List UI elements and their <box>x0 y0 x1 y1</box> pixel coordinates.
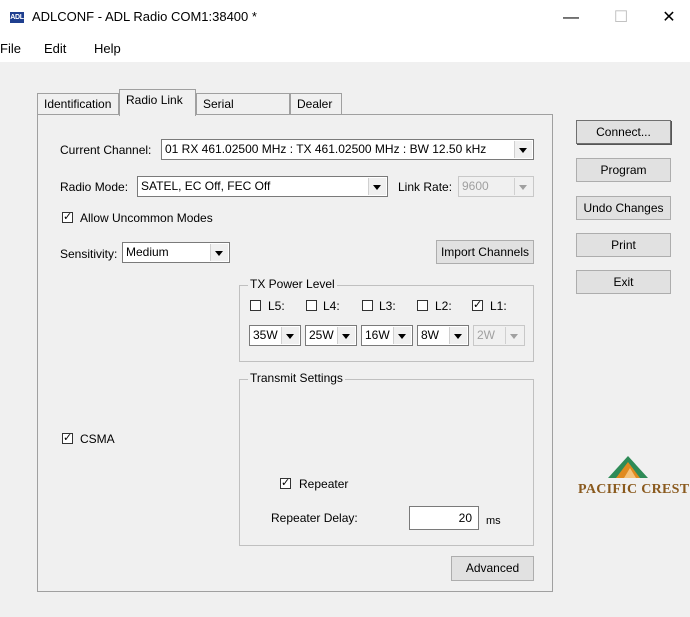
sensitivity-value: Medium <box>126 245 169 259</box>
l2-checkbox[interactable] <box>417 300 428 311</box>
menu-edit[interactable]: Edit <box>44 41 66 56</box>
l4-power-combo[interactable]: 25W <box>305 325 357 346</box>
app-icon: ADL <box>10 12 24 23</box>
l3-power-combo[interactable]: 16W <box>361 325 413 346</box>
tab-dealer[interactable]: Dealer <box>290 93 342 114</box>
csma-checkbox[interactable]: ✓ <box>62 433 73 444</box>
l5-label: L5: <box>268 299 285 313</box>
connect-button[interactable]: Connect... <box>576 120 671 144</box>
close-button[interactable]: ✕ <box>646 0 690 36</box>
tab-radio-link[interactable]: Radio Link <box>119 89 196 116</box>
sensitivity-combo[interactable]: Medium <box>122 242 230 263</box>
current-channel-combo[interactable]: 01 RX 461.02500 MHz : TX 461.02500 MHz :… <box>161 139 534 160</box>
l4-label: L4: <box>323 299 340 313</box>
current-channel-label: Current Channel: <box>60 143 152 157</box>
l1-power-value: 2W <box>477 328 495 342</box>
radio-mode-combo[interactable]: SATEL, EC Off, FEC Off <box>137 176 388 197</box>
l3-label: L3: <box>379 299 396 313</box>
repeater-delay-label: Repeater Delay: <box>271 511 358 525</box>
sensitivity-label: Sensitivity: <box>60 247 118 261</box>
exit-button[interactable]: Exit <box>576 270 671 294</box>
pacific-crest-logo-text: PACIFIC CREST <box>578 482 690 497</box>
chevron-down-icon <box>449 327 467 344</box>
repeater-delay-unit: ms <box>486 515 501 527</box>
minimize-button[interactable]: — <box>548 0 594 36</box>
chevron-down-icon <box>393 327 411 344</box>
l3-power-value: 16W <box>365 328 390 342</box>
chevron-down-icon <box>505 327 523 344</box>
l2-power-value: 8W <box>421 328 439 342</box>
csma-label: CSMA <box>80 432 115 446</box>
transmit-settings-title: Transmit Settings <box>248 371 345 385</box>
chevron-down-icon <box>514 178 532 195</box>
l2-power-combo[interactable]: 8W <box>417 325 469 346</box>
l4-power-value: 25W <box>309 328 334 342</box>
menu-file[interactable]: File <box>0 41 21 56</box>
repeater-delay-input[interactable]: 20 <box>409 506 479 530</box>
print-button[interactable]: Print <box>576 233 671 257</box>
window-title: ADLCONF - ADL Radio COM1:38400 * <box>32 9 257 24</box>
link-rate-label: Link Rate: <box>398 180 453 194</box>
tab-identification[interactable]: Identification <box>37 93 119 114</box>
chevron-down-icon <box>281 327 299 344</box>
l5-checkbox[interactable] <box>250 300 261 311</box>
link-rate-value: 9600 <box>462 179 489 193</box>
chevron-down-icon <box>368 178 386 195</box>
chevron-down-icon <box>337 327 355 344</box>
l1-power-combo[interactable]: 2W <box>473 325 525 346</box>
chevron-down-icon <box>210 244 228 261</box>
menu-help[interactable]: Help <box>94 41 121 56</box>
l1-label: L1: <box>490 299 507 313</box>
allow-uncommon-label: Allow Uncommon Modes <box>80 211 213 225</box>
repeater-label: Repeater <box>299 477 349 491</box>
radio-mode-label: Radio Mode: <box>60 180 129 194</box>
pacific-crest-logo-icon <box>608 456 648 478</box>
l2-label: L2: <box>435 299 452 313</box>
allow-uncommon-checkbox[interactable]: ✓ <box>62 212 73 223</box>
tx-power-title: TX Power Level <box>248 277 337 291</box>
l1-checkbox[interactable]: ✓ <box>472 300 483 311</box>
current-channel-value: 01 RX 461.02500 MHz : TX 461.02500 MHz :… <box>165 142 487 156</box>
l5-power-value: 35W <box>253 328 278 342</box>
chevron-down-icon <box>514 141 532 158</box>
l3-checkbox[interactable] <box>362 300 373 311</box>
maximize-button[interactable]: ☐ <box>598 0 644 36</box>
l4-checkbox[interactable] <box>306 300 317 311</box>
radio-mode-value: SATEL, EC Off, FEC Off <box>141 179 271 193</box>
repeater-checkbox[interactable]: ✓ <box>280 478 291 489</box>
advanced-button[interactable]: Advanced <box>451 556 534 581</box>
program-button[interactable]: Program <box>576 158 671 182</box>
l5-power-combo[interactable]: 35W <box>249 325 301 346</box>
import-channels-button[interactable]: Import Channels <box>436 240 534 264</box>
undo-changes-button[interactable]: Undo Changes <box>576 196 671 220</box>
tx-power-group <box>239 285 534 362</box>
tab-serial-interface[interactable]: Serial Interface <box>196 93 290 131</box>
link-rate-combo[interactable]: 9600 <box>458 176 534 197</box>
